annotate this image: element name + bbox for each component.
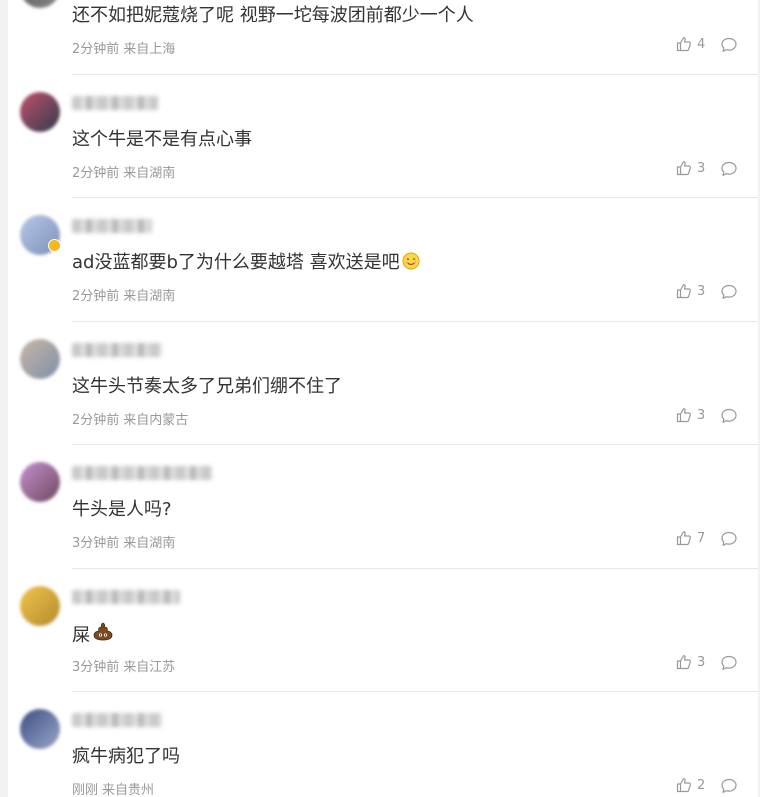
comment-text: 这牛头节奏太多了兄弟们绷不住了 [72, 374, 342, 400]
like-count: 3 [697, 283, 706, 299]
like-button[interactable]: 4 [676, 36, 705, 52]
comment-item: 还不如把妮蔻烧了呢 视野一坨每波团前都少一个人 2分钟前 来自上海 4 [8, 0, 758, 73]
comment-text-content: 牛头是人吗? [72, 499, 172, 520]
username-blurred[interactable] [72, 96, 158, 110]
comment-item: 牛头是人吗? 3分钟前 来自湖南 7 [8, 444, 758, 567]
comment-meta: 刚刚 来自贵州 [72, 779, 154, 797]
comment-text-content: 屎 [72, 625, 90, 646]
like-count: 4 [697, 36, 706, 52]
like-button[interactable]: 7 [676, 530, 705, 546]
comment-location: 来自贵州 [102, 783, 155, 797]
comment-text: ad没蓝都要b了为什么要越塔 喜欢送是吧 [72, 250, 420, 278]
user-avatar[interactable] [20, 339, 60, 379]
comment-location: 来自江苏 [123, 660, 176, 675]
comment-text-content: 疯牛病犯了吗 [72, 746, 180, 767]
comment-time: 2分钟前 [72, 42, 120, 57]
user-avatar[interactable] [20, 462, 60, 502]
like-button[interactable]: 3 [676, 407, 705, 423]
like-count: 2 [697, 777, 706, 793]
comment-location: 来自湖南 [123, 289, 176, 304]
reply-comment-icon[interactable] [720, 36, 738, 54]
like-button[interactable]: 3 [676, 654, 705, 670]
username-blurred[interactable] [72, 466, 212, 480]
comment-time: 刚刚 [72, 783, 99, 797]
comment-text-content: 这牛头节奏太多了兄弟们绷不住了 [72, 376, 342, 397]
comment-item: ad没蓝都要b了为什么要越塔 喜欢送是吧 2分钟前 来自湖南 3 [8, 197, 758, 320]
reply-comment-icon[interactable] [720, 777, 738, 795]
comment-text-content: 这个牛是不是有点心事 [72, 129, 252, 150]
user-avatar[interactable] [20, 586, 60, 626]
username-blurred[interactable] [72, 219, 152, 233]
comment-time: 3分钟前 [72, 536, 120, 551]
comment-list: 还不如把妮蔻烧了呢 视野一坨每波团前都少一个人 2分钟前 来自上海 4 这个牛是不是有点… [8, 0, 758, 797]
like-button[interactable]: 3 [676, 283, 705, 299]
comment-time: 2分钟前 [72, 166, 120, 181]
comment-time: 3分钟前 [72, 660, 120, 675]
thumbs-up-icon [676, 284, 691, 299]
reply-comment-icon[interactable] [720, 283, 738, 301]
comment-meta: 2分钟前 来自内蒙古 [72, 409, 188, 428]
comment-location: 来自湖南 [123, 166, 176, 181]
comment-text: 这个牛是不是有点心事 [72, 127, 252, 153]
reply-comment-icon[interactable] [720, 160, 738, 178]
comment-meta: 3分钟前 来自湖南 [72, 532, 175, 551]
comment-meta: 2分钟前 来自上海 [72, 38, 175, 57]
smile-emoji-icon [402, 252, 420, 278]
user-avatar[interactable] [20, 709, 60, 749]
reply-comment-icon[interactable] [720, 530, 738, 548]
comment-meta: 3分钟前 来自江苏 [72, 656, 175, 675]
thumbs-up-icon [676, 531, 691, 546]
comment-location: 来自内蒙古 [123, 413, 189, 428]
user-avatar[interactable] [20, 92, 60, 132]
comment-text-content: ad没蓝都要b了为什么要越塔 喜欢送是吧 [72, 252, 400, 273]
thumbs-up-icon [676, 161, 691, 176]
verified-badge-icon [48, 239, 61, 252]
thumbs-up-icon [676, 778, 691, 793]
comment-text: 疯牛病犯了吗 [72, 744, 180, 770]
comment-text-content: 还不如把妮蔻烧了呢 视野一坨每波团前都少一个人 [72, 5, 474, 26]
like-button[interactable]: 2 [676, 777, 705, 793]
comment-time: 2分钟前 [72, 413, 120, 428]
username-blurred[interactable] [72, 713, 162, 727]
like-count: 3 [697, 160, 706, 176]
username-blurred[interactable] [72, 590, 180, 604]
reply-comment-icon[interactable] [720, 407, 738, 425]
reply-comment-icon[interactable] [720, 654, 738, 672]
thumbs-up-icon [676, 37, 691, 52]
user-avatar[interactable] [20, 0, 60, 8]
comment-item: 疯牛病犯了吗 刚刚 来自贵州 2 [8, 691, 758, 797]
comment-meta: 2分钟前 来自湖南 [72, 285, 175, 304]
like-count: 3 [697, 654, 706, 670]
comment-text: 屎 [72, 621, 114, 651]
like-button[interactable]: 3 [676, 160, 705, 176]
like-count: 7 [697, 530, 706, 546]
thumbs-up-icon [676, 408, 691, 423]
thumbs-up-icon [676, 655, 691, 670]
like-count: 3 [697, 407, 706, 423]
comment-location: 来自上海 [123, 42, 176, 57]
comment-item: 屎 3分钟前 来自江苏 3 [8, 568, 758, 691]
comment-time: 2分钟前 [72, 289, 120, 304]
comment-item: 这个牛是不是有点心事 2分钟前 来自湖南 3 [8, 74, 758, 197]
comment-text: 还不如把妮蔻烧了呢 视野一坨每波团前都少一个人 [72, 3, 474, 29]
username-blurred[interactable] [72, 343, 162, 357]
comment-location: 来自湖南 [123, 536, 176, 551]
comment-text: 牛头是人吗? [72, 497, 172, 523]
comment-meta: 2分钟前 来自湖南 [72, 162, 175, 181]
poop-emoji-icon [92, 621, 114, 651]
comment-item: 这牛头节奏太多了兄弟们绷不住了 2分钟前 来自内蒙古 3 [8, 321, 758, 444]
